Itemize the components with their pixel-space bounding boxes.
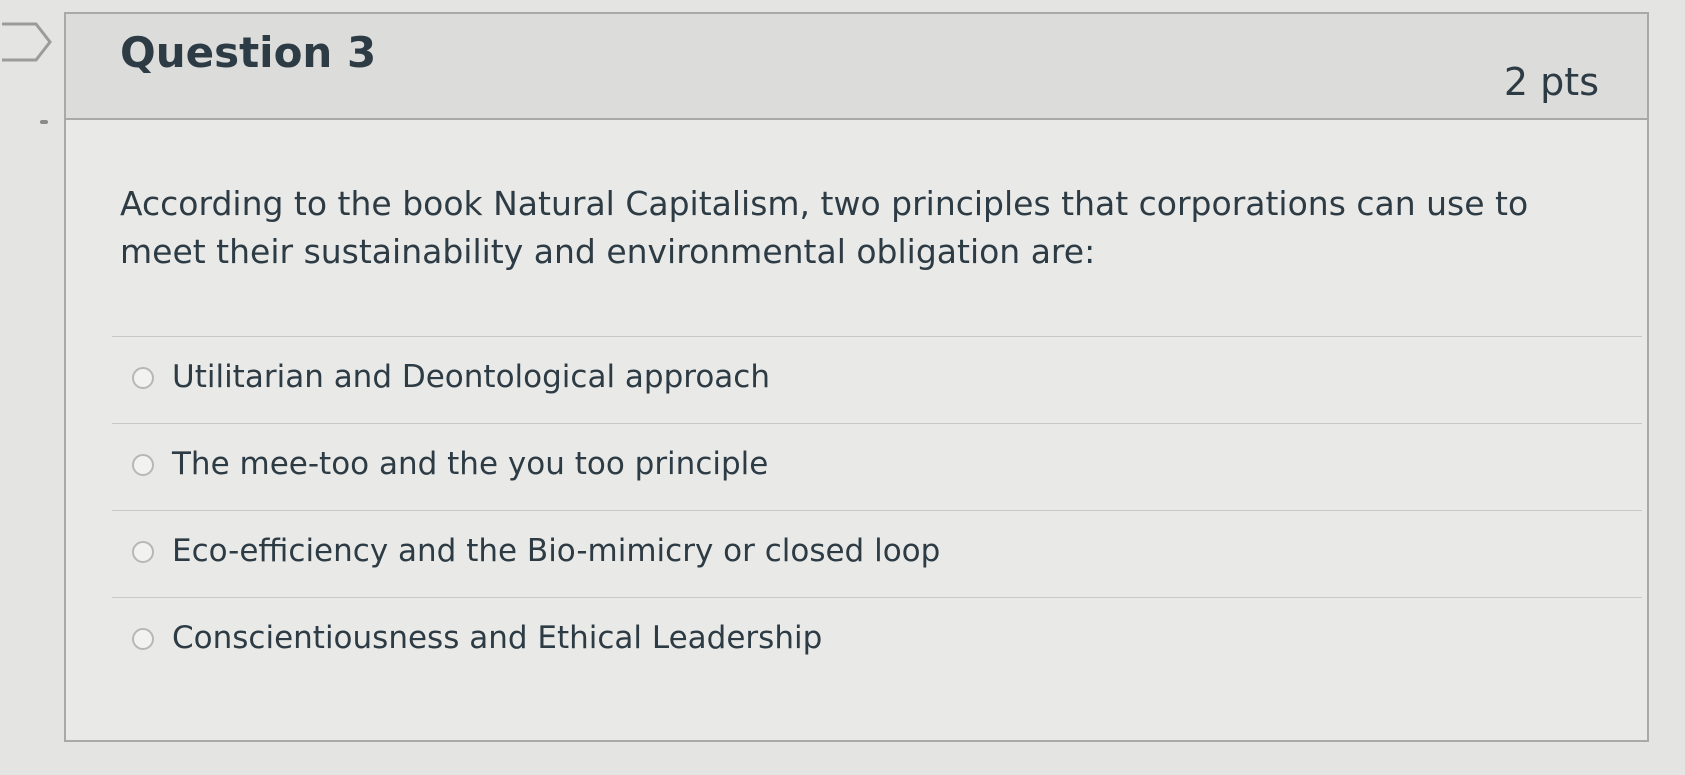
answer-list: Utilitarian and Deontological approach T… [112,336,1642,684]
radio-unchecked-icon[interactable] [132,541,154,563]
answer-option[interactable]: Utilitarian and Deontological approach [112,336,1642,423]
answer-label[interactable]: The mee-too and the you too principle [172,444,768,484]
answer-label[interactable]: Utilitarian and Deontological approach [172,357,770,397]
flag-question-icon[interactable] [0,22,52,62]
answer-option[interactable]: The mee-too and the you too principle [112,423,1642,510]
radio-unchecked-icon[interactable] [132,628,154,650]
question-title: Question 3 [120,28,377,77]
radio-unchecked-icon[interactable] [132,454,154,476]
question-text: According to the book Natural Capitalism… [120,184,1529,271]
question-header: Question 3 2 pts [66,14,1647,120]
radio-unchecked-icon[interactable] [132,367,154,389]
answer-option[interactable]: Conscientiousness and Ethical Leadership [112,597,1642,684]
question-card: Question 3 2 pts According to the book N… [64,12,1649,742]
answer-label[interactable]: Eco-efficiency and the Bio-mimicry or cl… [172,531,940,571]
answer-option[interactable]: Eco-efficiency and the Bio-mimicry or cl… [112,510,1642,597]
question-points: 2 pts [1503,60,1599,104]
decorative-mark [40,120,48,124]
answer-label[interactable]: Conscientiousness and Ethical Leadership [172,618,822,658]
